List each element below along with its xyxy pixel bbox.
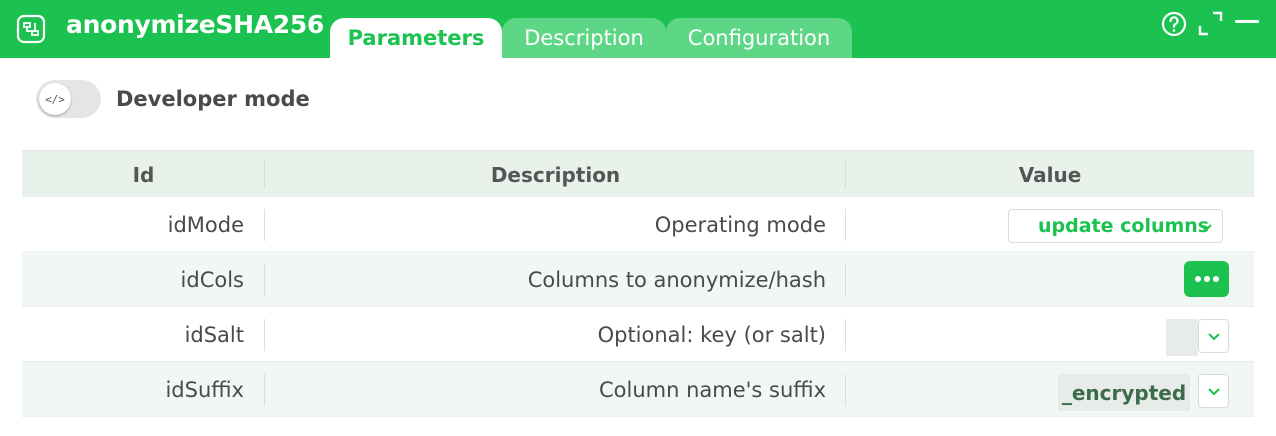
param-id: idCols xyxy=(180,267,244,292)
column-header-id[interactable]: Id xyxy=(22,151,265,198)
cell-divider xyxy=(845,264,846,296)
salt-dropdown-button[interactable] xyxy=(1198,319,1229,353)
code-icon: </> xyxy=(39,83,71,115)
table-row: idSuffix Column name's suffix _encrypted xyxy=(22,362,1254,417)
chevron-down-icon xyxy=(1206,328,1222,344)
suffix-dropdown-button[interactable] xyxy=(1198,374,1229,408)
column-header-value[interactable]: Value xyxy=(846,151,1254,198)
cell-divider xyxy=(845,374,846,406)
param-id: idSuffix xyxy=(165,377,244,402)
chevron-down-icon xyxy=(1198,219,1214,235)
table-row: idMode Operating mode update columns xyxy=(22,197,1254,252)
salt-input[interactable] xyxy=(1166,319,1198,356)
tab-description[interactable]: Description xyxy=(502,18,666,58)
cell-divider xyxy=(845,319,846,351)
param-description: Optional: key (or salt) xyxy=(597,322,826,347)
expand-icon[interactable] xyxy=(1197,10,1225,38)
parameters-table: Id Description Value idMode Operating mo… xyxy=(22,150,1254,417)
title-bar: anonymizeSHA256 Parameters Description C… xyxy=(0,0,1276,58)
more-options-button[interactable] xyxy=(1184,261,1229,297)
table-row: idCols Columns to anonymize/hash xyxy=(22,252,1254,307)
column-header-description[interactable]: Description xyxy=(265,151,846,198)
node-icon xyxy=(16,14,46,44)
developer-mode-toggle[interactable]: </> xyxy=(36,80,101,118)
param-description: Column name's suffix xyxy=(598,377,826,402)
suffix-input[interactable]: _encrypted xyxy=(1058,374,1190,411)
chevron-down-icon xyxy=(1206,383,1222,399)
developer-mode-label: Developer mode xyxy=(116,87,310,111)
dot-icon xyxy=(1212,276,1219,282)
dot-icon xyxy=(1194,276,1201,282)
dot-icon xyxy=(1203,276,1210,282)
table-header: Id Description Value xyxy=(22,150,1254,197)
param-id: idSalt xyxy=(184,322,244,347)
app-title: anonymizeSHA256 xyxy=(66,10,325,39)
help-icon[interactable] xyxy=(1160,10,1188,38)
cell-divider xyxy=(845,209,846,241)
select-value: update columns xyxy=(1038,215,1210,237)
param-description: Operating mode xyxy=(654,212,826,237)
tab-parameters[interactable]: Parameters xyxy=(330,18,502,58)
table-row: idSalt Optional: key (or salt) xyxy=(22,307,1254,362)
param-id: idMode xyxy=(167,212,244,237)
tab-configuration[interactable]: Configuration xyxy=(666,18,852,58)
minimize-icon[interactable] xyxy=(1234,10,1262,38)
param-description: Columns to anonymize/hash xyxy=(527,267,826,292)
operating-mode-select[interactable]: update columns xyxy=(1008,209,1223,243)
